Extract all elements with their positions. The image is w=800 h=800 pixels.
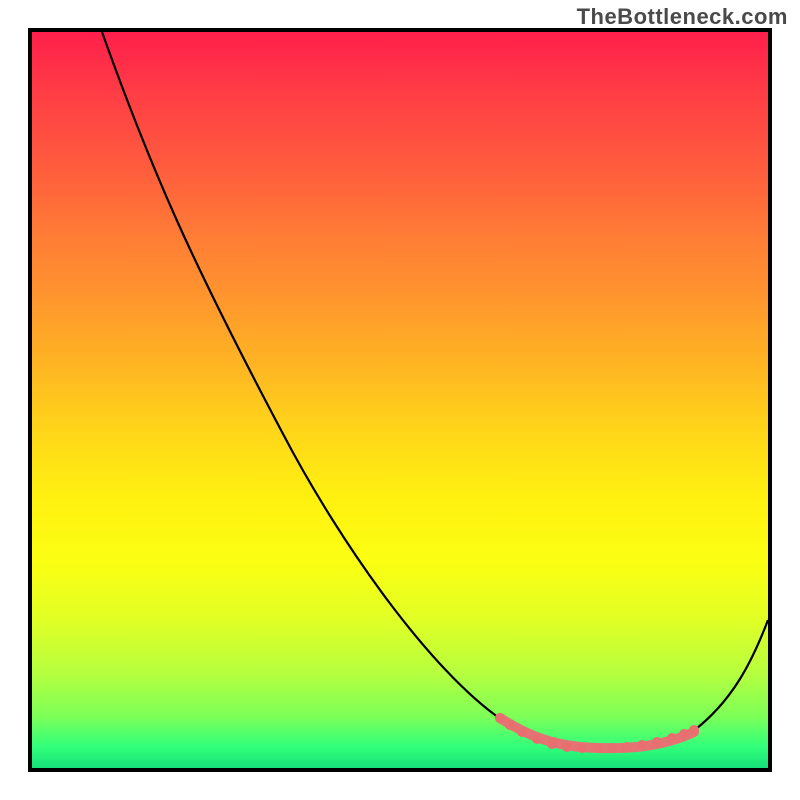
highlight-dots: [495, 713, 699, 753]
plot-area: [28, 28, 772, 772]
curve-layer: [32, 32, 768, 768]
chart-container: TheBottleneck.com: [0, 0, 800, 800]
bottleneck-curve: [102, 32, 768, 748]
watermark-text: TheBottleneck.com: [577, 4, 788, 30]
